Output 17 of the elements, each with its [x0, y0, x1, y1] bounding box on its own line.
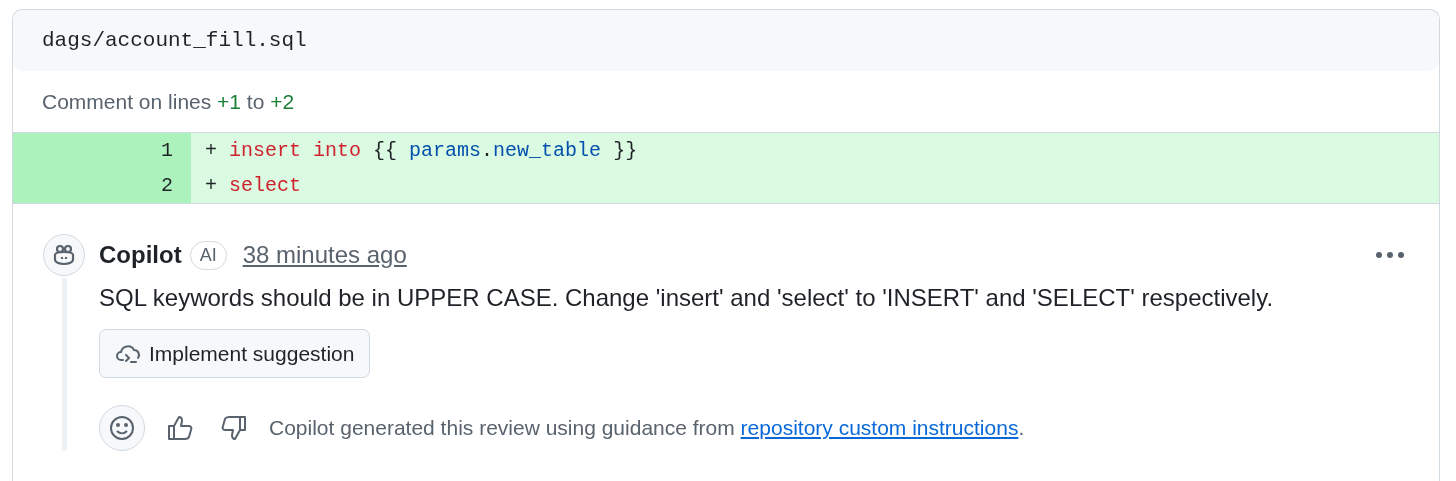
- avatar[interactable]: [43, 234, 85, 276]
- robot-icon: [52, 243, 76, 267]
- instructions-link[interactable]: repository custom instructions: [740, 416, 1019, 439]
- author-name: Copilot: [99, 241, 182, 269]
- comment-body: SQL keywords should be in UPPER CASE. Change 'insert' and 'select' to 'INSERT' and 'SELECT' respectively.: [99, 284, 1275, 312]
- line-number: 2: [13, 168, 191, 203]
- more-icon: [1375, 251, 1405, 259]
- file-path: dags/account_fill.sql: [42, 29, 307, 52]
- line-number: 1: [13, 133, 191, 168]
- review-note: Copilot generated this review using guidance from repository custom instructions.: [269, 416, 1025, 440]
- thumbs-up-icon: [165, 413, 195, 443]
- add-reaction-button[interactable]: [99, 405, 145, 451]
- thumbs-down-icon: [219, 413, 249, 443]
- smiley-icon: [108, 414, 136, 442]
- comment-range: Comment on lines +1 to +2: [42, 89, 295, 114]
- timestamp-link[interactable]: 38 minutes ago: [242, 241, 407, 269]
- implement-suggestion-button[interactable]: Implement suggestion: [99, 329, 371, 378]
